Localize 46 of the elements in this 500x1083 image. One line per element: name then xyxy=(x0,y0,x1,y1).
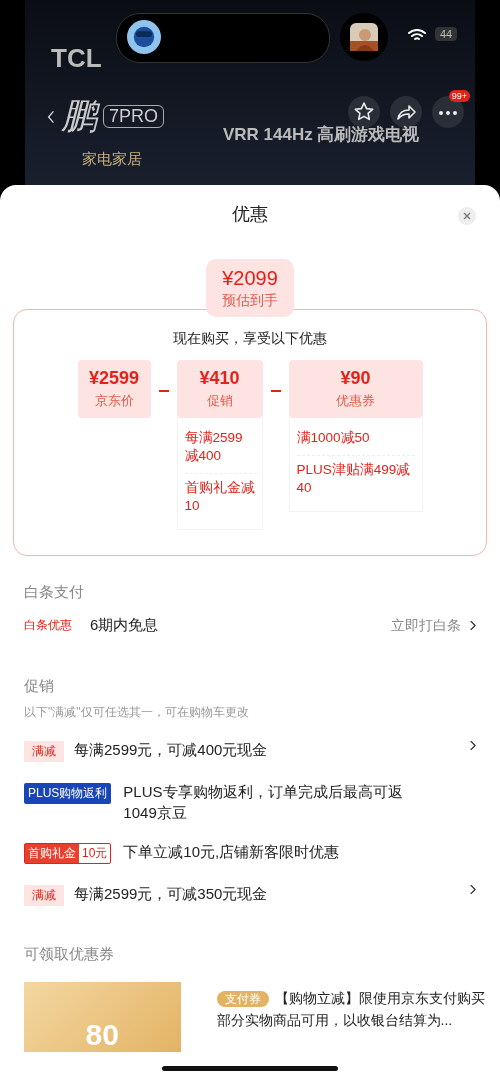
section-heading: 促销 xyxy=(24,677,55,696)
sheet-title: 优惠 xyxy=(232,203,268,226)
promo-tag: 白条优惠 xyxy=(24,617,72,634)
estimated-price: ¥2099 xyxy=(222,266,278,290)
price-label: 促销 xyxy=(206,392,233,410)
offer-text: 6期内免息 xyxy=(90,616,160,635)
price-amount: ¥410 xyxy=(199,368,240,389)
back-icon[interactable] xyxy=(47,108,55,125)
offer-text: 下单立减10元,店铺新客限时优惠 xyxy=(123,842,341,862)
price-amount: ¥90 xyxy=(340,368,371,389)
chevron-icon[interactable] xyxy=(469,883,476,896)
promo-tag: 满减 xyxy=(24,885,64,906)
close-icon[interactable] xyxy=(458,207,476,225)
banner-tagline: VRR 144Hz 高刷游戏电视 xyxy=(223,124,420,146)
minus-sign xyxy=(270,390,281,392)
price-label: 京东价 xyxy=(94,392,134,410)
brand-logo: TCL xyxy=(51,43,102,74)
promo-note: 以下"满减"仅可任选其一，可在购物车更改 xyxy=(24,704,250,721)
promo-tag: 首购礼金 10元 xyxy=(24,843,112,864)
battery-level: 44 xyxy=(435,27,458,41)
breakdown-heading: 现在购买，享受以下优惠 xyxy=(173,330,327,348)
promo-tag: 满减 xyxy=(24,741,64,762)
wifi-icon xyxy=(408,29,426,42)
coupon-amount: 80 xyxy=(85,1018,119,1052)
discount-detail: 首购礼金减10 xyxy=(184,473,257,523)
minus-sign xyxy=(158,390,169,392)
discount-detail: 满1000减50 xyxy=(296,429,371,447)
notification-badge: 99+ xyxy=(448,90,470,102)
section-heading: 可领取优惠券 xyxy=(24,945,115,964)
model-badge: 7PRO xyxy=(103,105,165,128)
discount-detail: PLUS津贴满499减40 xyxy=(296,455,415,505)
offer-text: PLUS专享购物返利，订单完成后最高可返1049京豆 xyxy=(123,782,404,823)
chevron-icon[interactable] xyxy=(469,739,476,752)
coupon-description: 支付券 【购物立减】限使用京东支付购买部分实物商品可用，以收银台结算为... xyxy=(216,989,486,1030)
baitiao-link[interactable]: 立即打白条 xyxy=(391,616,461,635)
section-heading: 白条支付 xyxy=(24,583,85,602)
price-label: 优惠券 xyxy=(336,392,375,410)
offer-text: 每满2599元，可减400元现金 xyxy=(74,740,269,760)
estimate-label: 预估到手 xyxy=(222,291,278,310)
offer-text: 每满2599元，可减350元现金 xyxy=(74,884,269,904)
promo-tag: PLUS购物返利 xyxy=(24,783,112,804)
event-label: 家电家居 xyxy=(82,150,142,169)
price-amount: ¥2599 xyxy=(88,368,140,389)
chevron-icon[interactable] xyxy=(469,619,476,632)
discount-detail: 每满2599减400 xyxy=(184,429,244,465)
avatar-icon xyxy=(127,20,161,54)
